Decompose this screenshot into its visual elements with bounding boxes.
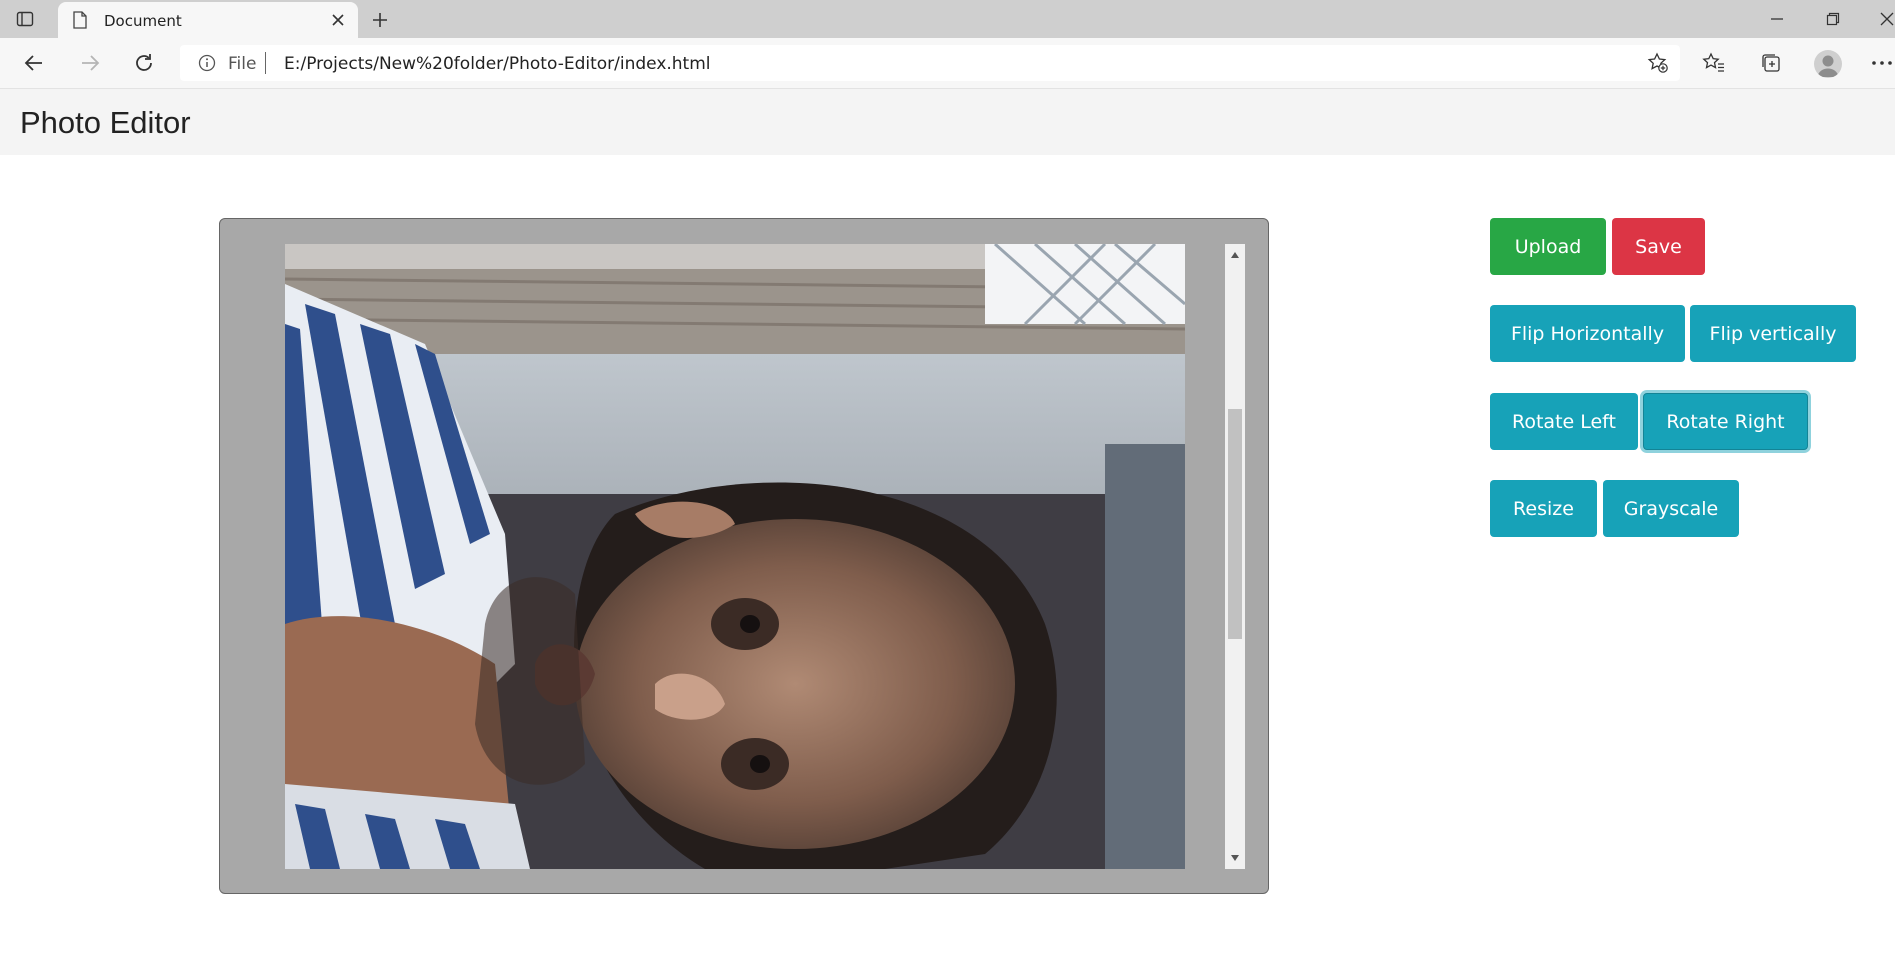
upload-button[interactable]: Upload [1490,218,1606,275]
tab-title: Document [104,12,182,30]
favorites-icon[interactable] [1700,49,1728,77]
url-text[interactable]: E:/Projects/New%20folder/Photo-Editor/in… [284,54,711,74]
page-navbar: Photo Editor [0,89,1895,155]
minimize-icon[interactable] [1760,6,1794,32]
browser-tab[interactable]: Document [58,2,358,38]
scroll-up-icon[interactable] [1225,246,1245,264]
address-protocol: File [228,54,257,74]
browser-toolbar: File E:/Projects/New%20folder/Photo-Edit… [0,38,1895,89]
close-icon[interactable] [328,10,348,30]
browser-tab-bar: Document [0,0,1895,38]
scroll-thumb[interactable] [1228,409,1242,639]
rotate-right-button[interactable]: Rotate Right [1643,393,1808,450]
collections-icon[interactable] [1757,49,1785,77]
tab-actions-icon[interactable] [14,8,36,30]
forward-arrow-icon[interactable] [74,47,106,79]
address-bar[interactable]: File E:/Projects/New%20folder/Photo-Edit… [180,45,1680,81]
add-favorite-icon[interactable] [1646,51,1670,75]
grayscale-button[interactable]: Grayscale [1603,480,1739,537]
flip-horizontally-button[interactable]: Flip Horizontally [1490,305,1685,362]
window-close-icon[interactable] [1870,6,1895,32]
page-title[interactable]: Photo Editor [20,105,191,141]
back-arrow-icon[interactable] [18,47,50,79]
edited-photo [285,244,1185,869]
refresh-icon[interactable] [128,47,160,79]
address-separator [265,52,266,74]
scroll-down-icon[interactable] [1225,849,1245,867]
restore-icon[interactable] [1816,6,1850,32]
plus-icon[interactable] [368,8,392,32]
more-icon[interactable] [1868,49,1895,77]
resize-button[interactable]: Resize [1490,480,1597,537]
image-editor-container [219,218,1269,894]
save-button[interactable]: Save [1612,218,1705,275]
flip-vertically-button[interactable]: Flip vertically [1690,305,1856,362]
rotate-left-button[interactable]: Rotate Left [1490,393,1638,450]
profile-avatar-icon[interactable] [1814,50,1842,78]
editor-scrollbar[interactable] [1225,244,1245,869]
document-icon [72,11,88,34]
info-icon[interactable] [198,54,216,77]
